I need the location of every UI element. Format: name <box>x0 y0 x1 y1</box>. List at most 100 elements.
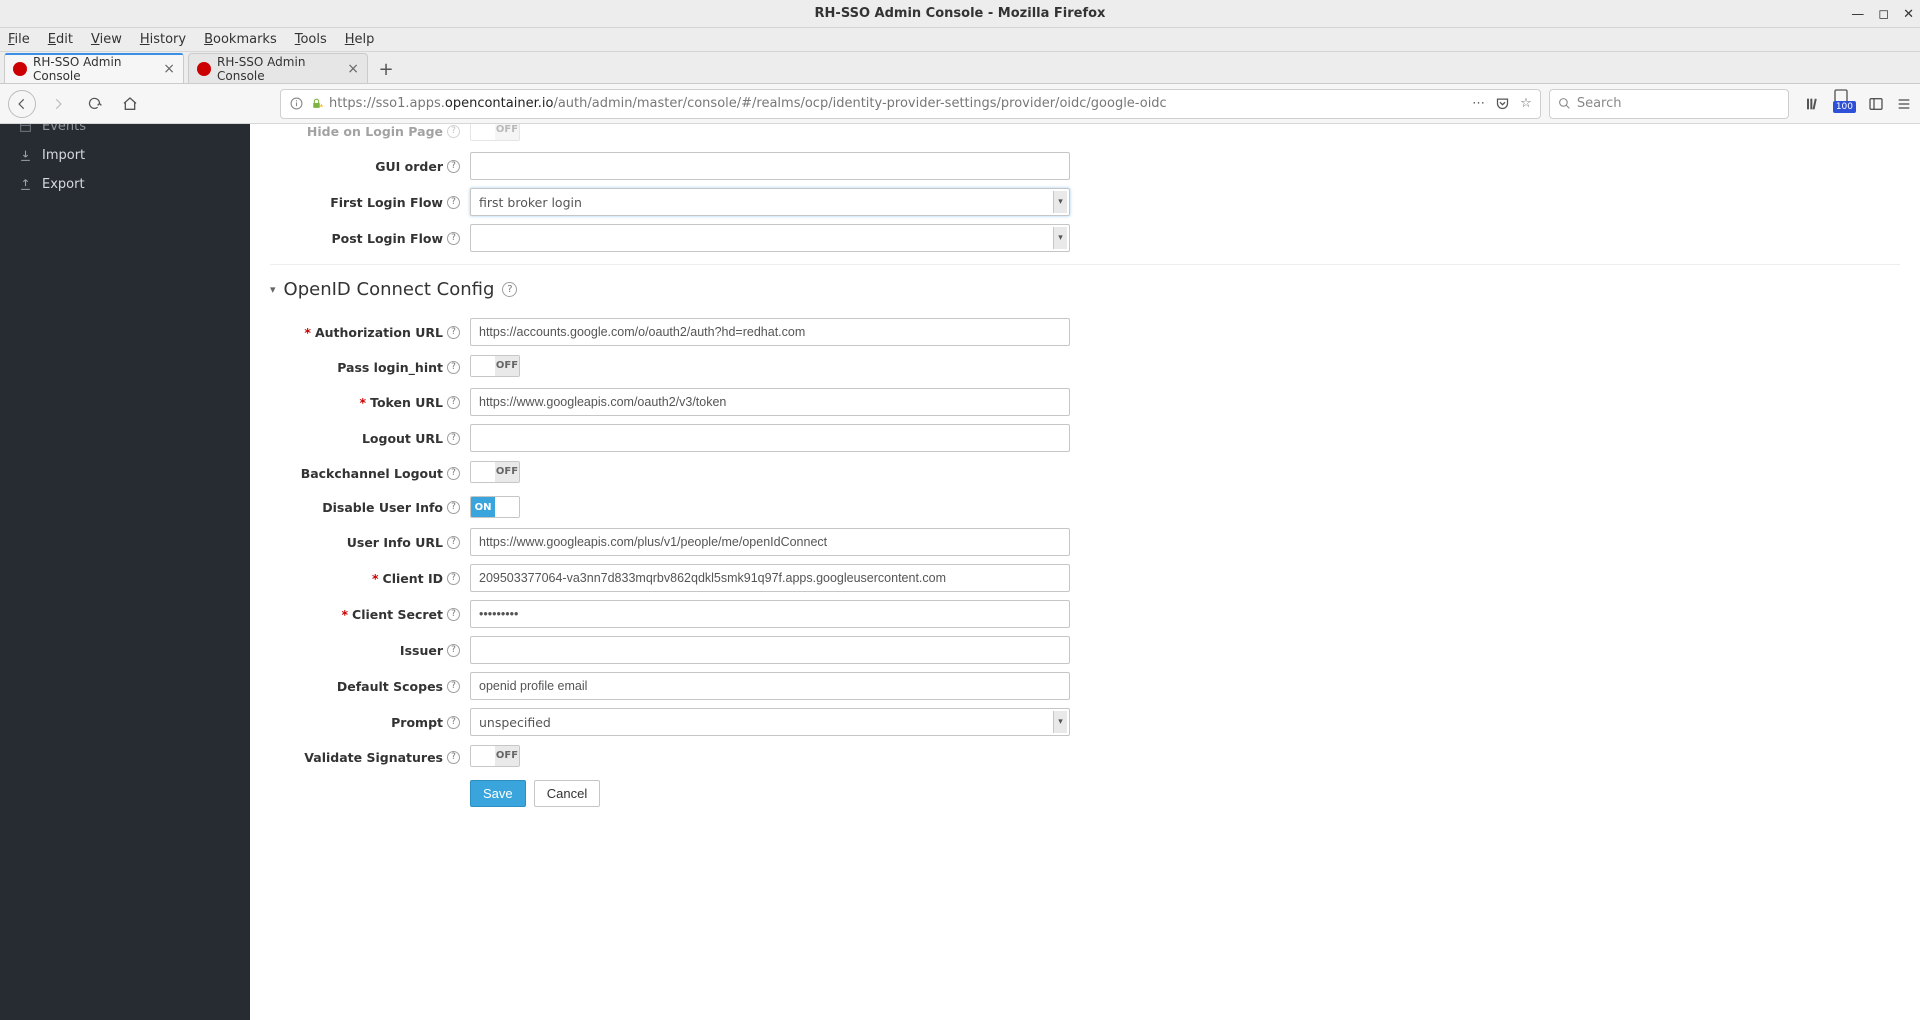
default-scopes-input[interactable] <box>470 672 1070 700</box>
help-icon[interactable]: ? <box>447 572 460 585</box>
help-icon[interactable]: ? <box>447 644 460 657</box>
arrow-left-icon <box>15 97 29 111</box>
field-label: Backchannel Logout <box>301 466 443 481</box>
url-bar[interactable]: https://sso1.apps.opencontainer.io/auth/… <box>280 89 1541 119</box>
help-icon[interactable]: ? <box>447 467 460 480</box>
pass-login-hint-toggle[interactable]: OFF <box>470 355 520 377</box>
help-icon[interactable]: ? <box>447 361 460 374</box>
user-info-url-input[interactable] <box>470 528 1070 556</box>
help-icon[interactable]: ? <box>447 326 460 339</box>
menu-file[interactable]: File <box>8 32 30 47</box>
admin-content: Hide on Login Page? OFF GUI order? First… <box>250 124 1920 1020</box>
help-icon[interactable]: ? <box>447 536 460 549</box>
backchannel-logout-toggle[interactable]: OFF <box>470 461 520 483</box>
field-label: Logout URL <box>362 431 443 446</box>
help-icon[interactable]: ? <box>447 751 460 764</box>
reload-icon <box>87 96 102 111</box>
sidebar-item-import[interactable]: Import <box>0 141 250 170</box>
nav-back-button[interactable] <box>8 90 36 118</box>
help-icon[interactable]: ? <box>447 716 460 729</box>
browser-navbar: https://sso1.apps.opencontainer.io/auth/… <box>0 84 1920 124</box>
help-icon[interactable]: ? <box>447 232 460 245</box>
help-icon[interactable]: ? <box>447 160 460 173</box>
field-label: Client Secret <box>352 607 443 622</box>
help-icon[interactable]: ? <box>447 608 460 621</box>
help-icon[interactable]: ? <box>447 432 460 445</box>
disable-user-info-toggle[interactable]: ON <box>470 496 520 518</box>
help-icon[interactable]: ? <box>447 680 460 693</box>
chevron-down-icon: ▾ <box>270 283 276 296</box>
field-label: Token URL <box>370 395 443 410</box>
menu-help[interactable]: Help <box>345 32 375 47</box>
nav-home-button[interactable] <box>116 90 144 118</box>
url-text: https://sso1.apps.opencontainer.io/auth/… <box>329 96 1466 111</box>
sidebar-item-events[interactable]: Events <box>0 124 250 141</box>
calendar-icon <box>18 124 32 134</box>
field-label: Prompt <box>391 715 443 730</box>
nav-reload-button[interactable] <box>80 90 108 118</box>
window-minimize-icon[interactable]: — <box>1851 7 1864 22</box>
field-label: Issuer <box>400 643 443 658</box>
help-icon[interactable]: ? <box>502 282 517 297</box>
field-label: Validate Signatures <box>304 750 443 765</box>
cancel-button[interactable]: Cancel <box>534 780 600 807</box>
menu-history[interactable]: History <box>140 32 186 47</box>
validate-signatures-toggle[interactable]: OFF <box>470 745 520 767</box>
section-header-oidc[interactable]: ▾ OpenID Connect Config ? <box>270 264 1900 310</box>
client-id-input[interactable] <box>470 564 1070 592</box>
prompt-select[interactable]: unspecified ▾ <box>470 708 1070 736</box>
chevron-down-icon: ▾ <box>1053 711 1067 733</box>
help-icon[interactable]: ? <box>447 196 460 209</box>
post-login-flow-select[interactable]: ▾ <box>470 224 1070 252</box>
menu-edit[interactable]: Edit <box>48 32 73 47</box>
page-actions-icon[interactable]: ⋯ <box>1472 96 1485 111</box>
client-secret-input[interactable] <box>470 600 1070 628</box>
first-login-flow-select[interactable]: first broker login ▾ <box>470 188 1070 216</box>
logout-url-input[interactable] <box>470 424 1070 452</box>
tab-label: RH-SSO Admin Console <box>217 55 341 83</box>
hide-on-login-toggle[interactable]: OFF <box>470 124 520 141</box>
sidebars-icon[interactable] <box>1868 96 1884 112</box>
lock-warning-icon[interactable] <box>309 97 323 111</box>
browser-tab[interactable]: RH-SSO Admin Console × <box>188 53 368 83</box>
help-icon[interactable]: ? <box>447 501 460 514</box>
tab-close-icon[interactable]: × <box>163 61 175 77</box>
new-tab-button[interactable]: + <box>372 55 400 83</box>
extensions-badge[interactable]: 100 <box>1833 88 1856 119</box>
help-icon[interactable]: ? <box>447 125 460 138</box>
window-maximize-icon[interactable]: ◻ <box>1878 7 1889 22</box>
window-title: RH-SSO Admin Console - Mozilla Firefox <box>815 6 1106 21</box>
tab-label: RH-SSO Admin Console <box>33 55 157 83</box>
issuer-input[interactable] <box>470 636 1070 664</box>
nav-forward-button[interactable] <box>44 90 72 118</box>
field-label: Default Scopes <box>337 679 443 694</box>
menu-view[interactable]: View <box>91 32 122 47</box>
sidebar-item-export[interactable]: Export <box>0 170 250 199</box>
import-icon <box>18 149 32 163</box>
hamburger-menu-icon[interactable] <box>1896 96 1912 112</box>
search-icon <box>1558 97 1571 110</box>
field-label: Client ID <box>383 571 443 586</box>
browser-tab[interactable]: RH-SSO Admin Console × <box>4 53 184 83</box>
search-bar[interactable]: Search <box>1549 89 1789 119</box>
chevron-down-icon: ▾ <box>1053 191 1067 213</box>
help-icon[interactable]: ? <box>447 396 460 409</box>
field-label: Disable User Info <box>322 500 443 515</box>
field-label: Pass login_hint <box>337 360 443 375</box>
bookmark-star-icon[interactable]: ☆ <box>1520 96 1532 111</box>
pocket-icon[interactable] <box>1495 96 1510 111</box>
sidebar-item-label: Import <box>42 148 85 163</box>
site-info-icon[interactable] <box>289 97 303 111</box>
gui-order-input[interactable] <box>470 152 1070 180</box>
library-icon[interactable] <box>1805 96 1821 112</box>
token-url-input[interactable] <box>470 388 1070 416</box>
menu-tools[interactable]: Tools <box>295 32 327 47</box>
sidebar-item-label: Export <box>42 177 85 192</box>
window-close-icon[interactable]: ✕ <box>1903 7 1914 22</box>
save-button[interactable]: Save <box>470 780 526 807</box>
authorization-url-input[interactable] <box>470 318 1070 346</box>
export-icon <box>18 178 32 192</box>
tab-close-icon[interactable]: × <box>347 61 359 77</box>
menu-bookmarks[interactable]: Bookmarks <box>204 32 277 47</box>
field-label: Hide on Login Page <box>307 124 443 139</box>
